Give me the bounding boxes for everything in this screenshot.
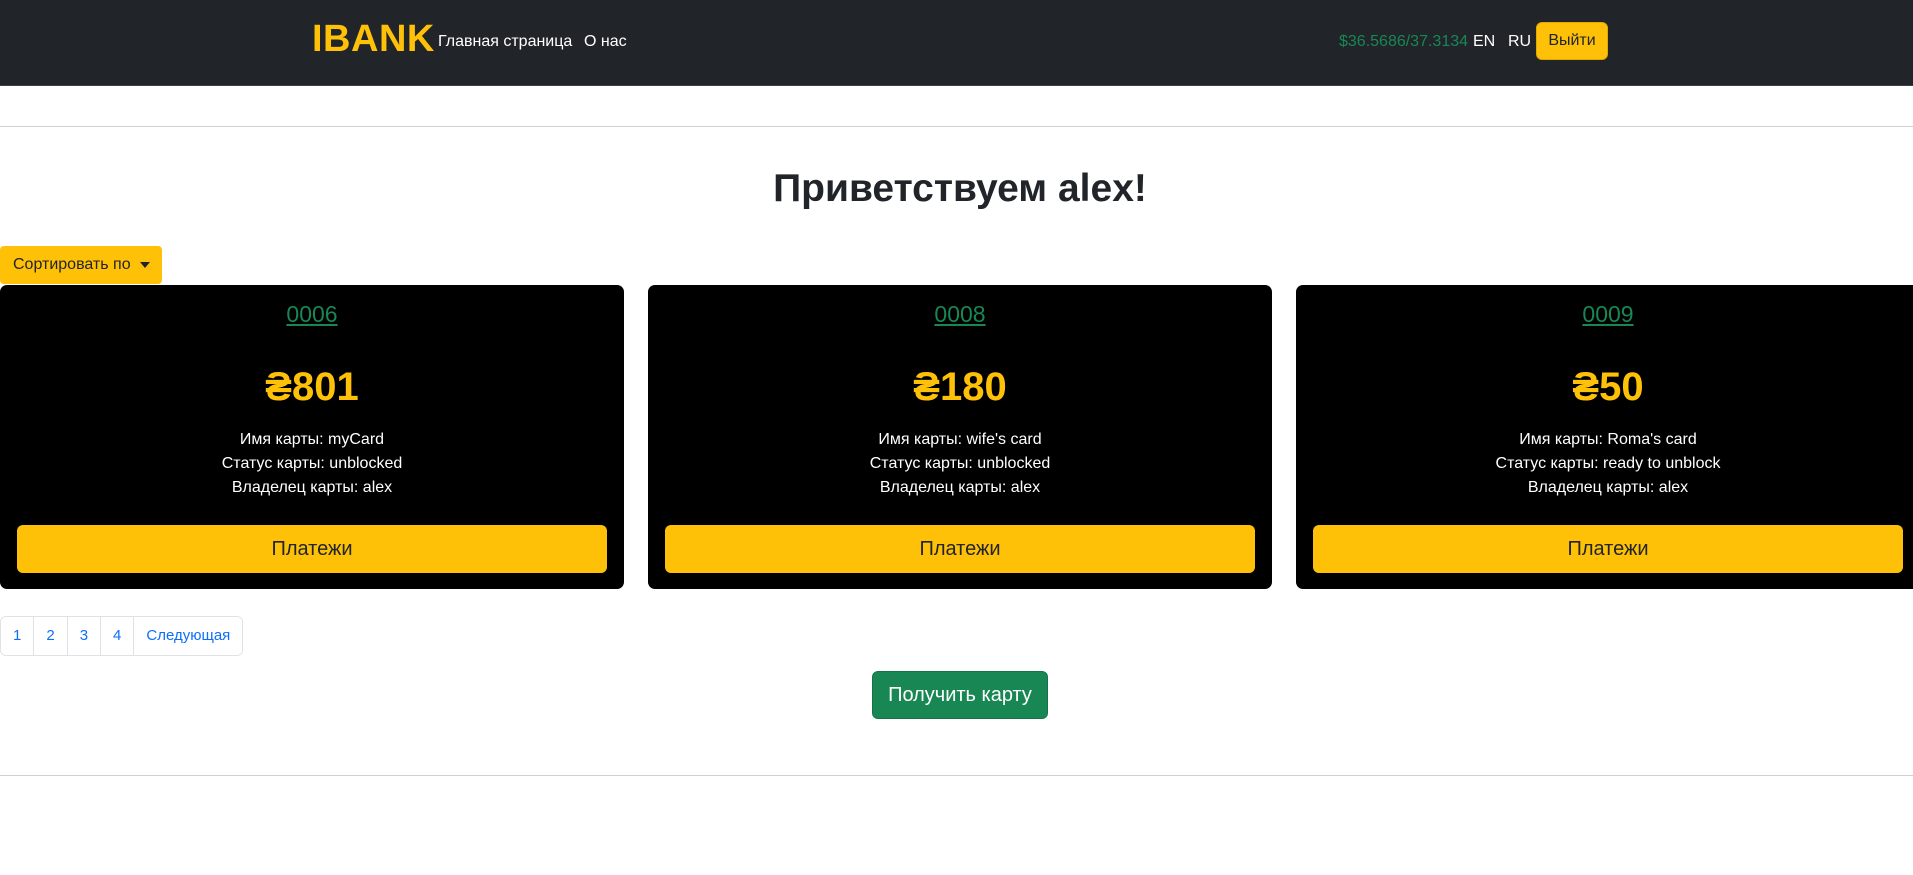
brand-logo[interactable]: IBANK [312,18,435,61]
page-link-1[interactable]: 1 [1,617,35,655]
exchange-rate: $36.5686/37.3134 [1339,33,1469,50]
get-card-button[interactable]: Получить карту [872,671,1048,719]
navbar: IBANK Главная страница О нас $36.5686/37… [0,0,1913,86]
card-balance: ₴801 [265,365,359,409]
logout-button[interactable]: Выйти [1536,22,1608,60]
lang-en-button[interactable]: EN [1473,33,1495,51]
card-number-link[interactable]: 0008 [648,301,1272,328]
payments-button[interactable]: Платежи [665,525,1255,573]
card-owner: Владелец карты: alex [879,479,1041,496]
sort-label: Сортировать по [13,256,131,273]
card-name: Имя карты: Roma's card [1519,431,1697,448]
card-status: Статус карты: unblocked [221,455,403,472]
page-link-4[interactable]: 4 [101,617,135,655]
lang-ru-button[interactable]: RU [1508,33,1531,51]
page-link-3[interactable]: 3 [67,617,102,655]
card-item: 0008 ₴180 Имя карты: wife's card Статус … [648,285,1272,589]
card-item: 0006 ₴801 Имя карты: myCard Статус карты… [0,285,624,589]
page-link-2[interactable]: 2 [34,617,68,655]
caret-down-icon [139,261,150,268]
page-link-next[interactable]: Следующая [134,617,243,655]
card-status: Статус карты: ready to unblock [1495,455,1721,472]
nav-link-home[interactable]: Главная страница [438,33,572,51]
nav-link-about[interactable]: О нас [584,33,627,51]
page-title: Приветствуем alex! [773,167,1147,210]
payments-button[interactable]: Платежи [17,525,607,573]
card-number-link[interactable]: 0009 [1296,301,1913,328]
card-name: Имя карты: myCard [239,431,385,448]
card-owner: Владелец карты: alex [1527,479,1689,496]
payments-button[interactable]: Платежи [1313,525,1903,573]
card-item: 0009 ₴50 Имя карты: Roma's card Статус к… [1296,285,1913,589]
bottom-divider [0,775,1913,776]
card-status: Статус карты: unblocked [869,455,1051,472]
card-number-link[interactable]: 0006 [0,301,624,328]
pagination: 1 2 3 4 Следующая [0,616,244,656]
top-divider [0,126,1913,127]
card-owner: Владелец карты: alex [231,479,393,496]
sort-dropdown-button[interactable]: Сортировать по [0,246,162,284]
card-balance: ₴50 [1572,365,1644,409]
card-name: Имя карты: wife's card [878,431,1042,448]
card-balance: ₴180 [913,365,1007,409]
